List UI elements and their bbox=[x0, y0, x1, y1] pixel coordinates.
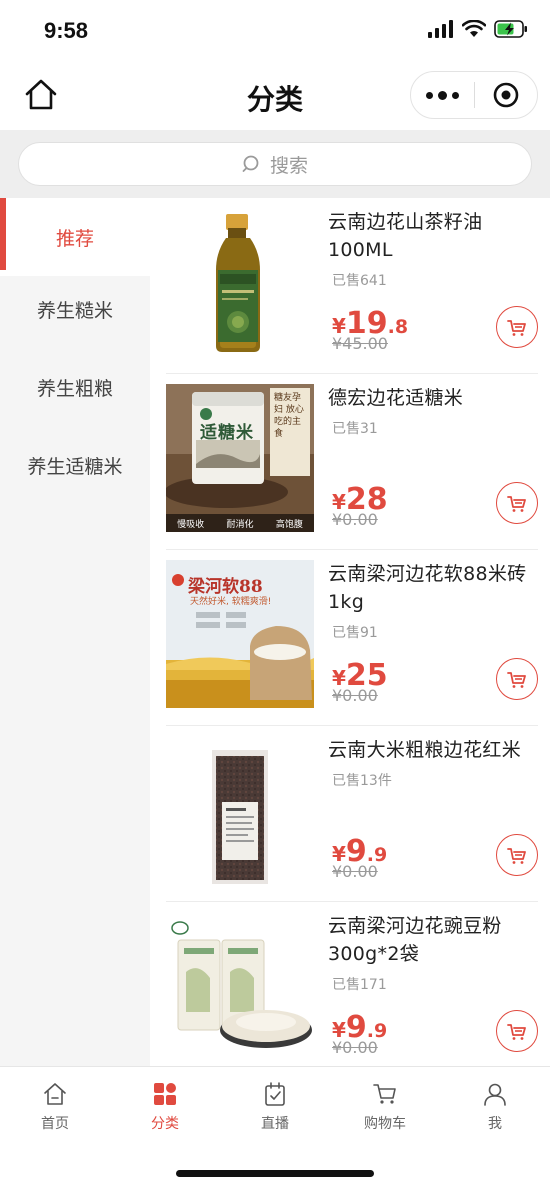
tab-cart[interactable]: 购物车 bbox=[330, 1081, 440, 1133]
sidebar-item-label: 养生适糖米 bbox=[27, 455, 123, 478]
cart-icon bbox=[507, 848, 526, 864]
add-to-cart-button[interactable] bbox=[496, 1010, 538, 1052]
live-icon bbox=[265, 1082, 285, 1106]
mini-program-capsule bbox=[410, 71, 538, 119]
cart-icon bbox=[507, 672, 526, 688]
tab-category[interactable]: 分类 bbox=[110, 1081, 220, 1133]
add-to-cart-button[interactable] bbox=[496, 834, 538, 876]
add-to-cart-button[interactable] bbox=[496, 306, 538, 348]
more-dot-icon bbox=[452, 91, 459, 99]
home-indicator bbox=[176, 1170, 374, 1177]
product-image bbox=[166, 208, 314, 356]
image-text-feature: 慢吸收 bbox=[177, 519, 205, 530]
category-icon bbox=[154, 1083, 176, 1105]
sold-count: 已售171 bbox=[332, 977, 387, 993]
more-button[interactable] bbox=[411, 72, 474, 118]
sold-count: 已售641 bbox=[332, 273, 387, 289]
original-price: ¥0.00 bbox=[332, 1038, 378, 1057]
sidebar-item-label: 推荐 bbox=[55, 227, 94, 250]
user-icon bbox=[484, 1083, 506, 1106]
category-sidebar: 推荐 养生糙米 养生粗粮 养生适糖米 bbox=[0, 198, 150, 1066]
sidebar-item-label: 养生粗粮 bbox=[36, 377, 113, 400]
image-text-sub: 天然好米, 软糯爽滑! bbox=[190, 597, 272, 607]
tab-label: 购物车 bbox=[364, 1116, 406, 1132]
image-text-side: 糖友孕妇 放心吃的主食 bbox=[274, 393, 304, 439]
original-price: ¥0.00 bbox=[332, 686, 378, 705]
search-icon bbox=[242, 155, 259, 172]
product-image bbox=[166, 736, 314, 884]
sold-count: 已售31 bbox=[332, 421, 378, 437]
more-dot-icon bbox=[426, 91, 433, 99]
cart-icon bbox=[507, 496, 526, 512]
image-text-title: 适糖米 bbox=[200, 423, 254, 443]
product-name: 云南大米粗粮边花红米 bbox=[328, 739, 522, 761]
product-image: 适糖米 糖友孕妇 放心吃的主食 慢吸收 耐消化 高饱腹 bbox=[166, 384, 314, 532]
cart-icon bbox=[507, 1024, 526, 1040]
close-target-icon bbox=[493, 82, 519, 108]
original-price: ¥45.00 bbox=[332, 334, 388, 353]
sidebar-item-low-sugar-rice[interactable]: 养生适糖米 bbox=[0, 426, 150, 504]
product-list: 云南边花山茶籽油100ML 已售641 ¥19.8 ¥45.00 适糖米 糖友孕… bbox=[150, 198, 550, 1066]
search-input[interactable]: 搜索 bbox=[18, 142, 532, 186]
product-card[interactable]: 云南大米粗粮边花红米 已售13件 ¥9.9 ¥0.00 bbox=[166, 726, 538, 902]
product-card[interactable]: 云南梁河边花豌豆粉300g*2袋 已售171 ¥9.9 ¥0.00 bbox=[166, 902, 538, 1066]
sidebar-item-label: 养生糙米 bbox=[36, 299, 113, 322]
cart-icon bbox=[507, 320, 526, 336]
wifi-icon bbox=[462, 20, 486, 37]
product-image bbox=[166, 912, 314, 1060]
tab-label: 直播 bbox=[261, 1116, 289, 1132]
product-card[interactable]: 云南边花山茶籽油100ML 已售641 ¥19.8 ¥45.00 bbox=[166, 198, 538, 374]
product-name: 云南梁河边花软88米砖1kg bbox=[328, 563, 527, 613]
signal-icon bbox=[428, 20, 453, 38]
more-dot-icon bbox=[438, 90, 447, 100]
original-price: ¥0.00 bbox=[332, 510, 378, 529]
battery-charging-icon bbox=[494, 20, 527, 38]
sold-count: 已售13件 bbox=[332, 773, 392, 789]
sidebar-item-recommend[interactable]: 推荐 bbox=[0, 198, 150, 276]
close-button[interactable] bbox=[475, 72, 537, 118]
status-time: 9:58 bbox=[44, 18, 89, 43]
product-name: 云南梁河边花豌豆粉300g*2袋 bbox=[328, 915, 502, 965]
image-text-feature: 耐消化 bbox=[226, 519, 254, 530]
tab-home[interactable]: 首页 bbox=[0, 1081, 110, 1133]
original-price: ¥0.00 bbox=[332, 862, 378, 881]
add-to-cart-button[interactable] bbox=[496, 482, 538, 524]
tab-me[interactable]: 我 bbox=[440, 1081, 550, 1133]
cart-icon bbox=[373, 1084, 396, 1104]
product-name: 云南边花山茶籽油100ML bbox=[328, 211, 483, 261]
tab-label: 分类 bbox=[151, 1116, 179, 1132]
search-placeholder: 搜索 bbox=[269, 154, 308, 177]
sidebar-item-coarse-grain[interactable]: 养生粗粮 bbox=[0, 348, 150, 426]
price-decimal: .8 bbox=[387, 316, 409, 338]
product-card[interactable]: 适糖米 糖友孕妇 放心吃的主食 慢吸收 耐消化 高饱腹 德宏边花适糖米 已售31… bbox=[166, 374, 538, 550]
image-text-feature: 高饱腹 bbox=[275, 519, 303, 530]
home-icon bbox=[44, 1083, 66, 1105]
add-to-cart-button[interactable] bbox=[496, 658, 538, 700]
search-area: 搜索 bbox=[0, 130, 550, 198]
tab-live[interactable]: 直播 bbox=[220, 1081, 330, 1133]
product-name: 德宏边花适糖米 bbox=[328, 387, 464, 409]
status-icons bbox=[428, 20, 528, 38]
tab-label: 首页 bbox=[41, 1116, 69, 1132]
product-card[interactable]: 梁河软88 天然好米, 软糯爽滑! 云南梁河边花软88米砖1kg 已售91 ¥2… bbox=[166, 550, 538, 726]
product-image: 梁河软88 天然好米, 软糯爽滑! bbox=[166, 560, 314, 708]
tab-label: 我 bbox=[488, 1116, 502, 1132]
nav-bar: 分类 bbox=[0, 60, 550, 130]
sold-count: 已售91 bbox=[332, 625, 378, 641]
status-bar: 9:58 bbox=[0, 0, 550, 60]
sidebar-item-brown-rice[interactable]: 养生糙米 bbox=[0, 270, 150, 348]
